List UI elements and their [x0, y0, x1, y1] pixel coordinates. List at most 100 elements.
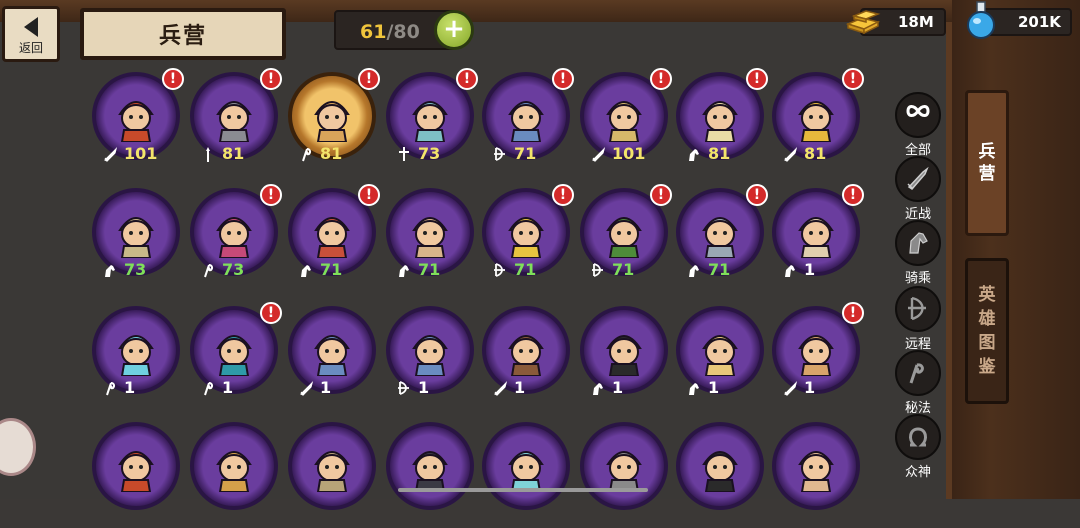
unit-card[interactable]: 1 — [576, 302, 672, 412]
alert-badge: ! — [552, 68, 574, 90]
unit-card[interactable]: 81! — [284, 68, 380, 178]
unit-card[interactable]: 71! — [284, 184, 380, 294]
unit-card[interactable]: 71! — [478, 68, 574, 178]
unit-card[interactable]: 71! — [478, 184, 574, 294]
unit-card[interactable]: 81! — [768, 68, 864, 178]
filter-button[interactable] — [895, 414, 941, 460]
unit-card[interactable]: 71! — [576, 184, 672, 294]
unit-card[interactable]: 101! — [576, 68, 672, 178]
unit-card[interactable]: 1 — [284, 302, 380, 412]
tab-hero-codex[interactable]: 英 雄 图 鉴 — [965, 258, 1009, 404]
filter-melee[interactable]: 近战 — [893, 156, 943, 222]
unit-card[interactable]: 1! — [768, 184, 864, 294]
staff-icon — [909, 363, 924, 384]
omega-icon — [909, 427, 927, 447]
add-capacity-button[interactable]: + — [434, 10, 474, 50]
unit-portrait — [314, 101, 350, 142]
filter-button[interactable] — [895, 156, 941, 202]
gold-bars-icon — [845, 10, 881, 34]
tab-codex-char-1: 英 — [978, 285, 996, 305]
ranged-class-icon — [494, 147, 505, 161]
unit-portrait — [798, 101, 834, 142]
unit-card[interactable] — [768, 418, 864, 528]
unit-portrait — [508, 101, 544, 142]
unit-card[interactable]: 73! — [186, 184, 282, 294]
filter-magic[interactable]: 秘法 — [893, 350, 943, 416]
unit-level: 1 — [124, 378, 136, 397]
tab-barracks-char-1: 兵 — [978, 142, 996, 162]
alert-badge: ! — [842, 302, 864, 324]
alert-badge: ! — [260, 184, 282, 206]
unit-portrait — [702, 217, 738, 258]
magic-class-icon — [302, 148, 312, 162]
gold-amount: 18M — [898, 13, 934, 31]
horse-icon — [909, 232, 928, 254]
spear-class-icon — [206, 147, 210, 162]
unit-card[interactable]: 1 — [382, 302, 478, 412]
unit-portrait — [606, 335, 642, 376]
unit-card[interactable]: 1! — [186, 302, 282, 412]
alert-badge: ! — [358, 68, 380, 90]
unit-card[interactable]: 1 — [88, 302, 184, 412]
filter-button[interactable] — [895, 286, 941, 332]
magic-class-icon — [204, 382, 214, 396]
ranged-class-icon — [398, 381, 409, 395]
unit-level: 71 — [514, 144, 537, 163]
unit-card[interactable]: 71! — [672, 184, 768, 294]
filter-ranged[interactable]: 远程 — [893, 286, 943, 352]
unit-portrait — [702, 101, 738, 142]
page-title: 兵营 — [158, 24, 207, 49]
unit-card[interactable]: 73! — [382, 68, 478, 178]
filter-button[interactable] — [895, 92, 941, 138]
unit-card[interactable]: 1 — [672, 302, 768, 412]
unit-card[interactable] — [478, 418, 574, 528]
unit-level: 101 — [124, 144, 158, 163]
unit-portrait — [702, 335, 738, 376]
unit-card[interactable] — [576, 418, 672, 528]
cavalry-class-icon — [105, 265, 115, 277]
unit-card[interactable]: 71 — [382, 184, 478, 294]
filter-all[interactable]: 全部 — [893, 92, 943, 158]
unit-card[interactable] — [284, 418, 380, 528]
unit-level: 81 — [320, 144, 343, 163]
unit-portrait — [118, 217, 154, 258]
filter-button[interactable] — [895, 350, 941, 396]
unit-card[interactable] — [88, 418, 184, 528]
filter-holy[interactable]: 众神 — [893, 414, 943, 480]
alert-badge: ! — [842, 68, 864, 90]
tab-codex-char-2: 雄 — [978, 309, 996, 329]
cavalry-class-icon — [301, 265, 311, 277]
unit-card[interactable]: 1! — [768, 302, 864, 412]
alert-badge: ! — [358, 184, 380, 206]
unit-card[interactable]: 1 — [478, 302, 574, 412]
filter-label: 众神 — [904, 465, 931, 480]
holy-class-icon — [399, 147, 409, 161]
unit-card[interactable]: 81! — [672, 68, 768, 178]
bow-icon — [908, 296, 926, 321]
unit-portrait — [216, 451, 252, 492]
page-title-plate: 兵营 — [80, 8, 286, 60]
unit-level: 73 — [124, 260, 147, 279]
unit-level: 81 — [708, 144, 731, 163]
unit-portrait — [606, 101, 642, 142]
unit-card[interactable]: 81! — [186, 68, 282, 178]
unit-portrait — [508, 451, 544, 492]
tab-barracks[interactable]: 兵 营 — [965, 90, 1009, 236]
unit-portrait — [314, 451, 350, 492]
unit-card[interactable]: 101! — [88, 68, 184, 178]
alert-badge: ! — [552, 184, 574, 206]
unit-card[interactable]: 73 — [88, 184, 184, 294]
melee-class-icon — [493, 381, 508, 396]
unit-portrait — [412, 217, 448, 258]
filter-button[interactable] — [895, 220, 941, 266]
back-button[interactable]: 返回 — [2, 6, 60, 62]
unit-portrait — [216, 101, 252, 142]
unit-card[interactable] — [672, 418, 768, 528]
scroll-indicator — [398, 488, 648, 492]
unit-level: 71 — [612, 260, 635, 279]
unit-card[interactable] — [382, 418, 478, 528]
unit-level: 73 — [222, 260, 245, 279]
unit-card[interactable] — [186, 418, 282, 528]
alert-badge: ! — [650, 184, 672, 206]
filter-cavalry[interactable]: 骑乘 — [893, 220, 943, 286]
